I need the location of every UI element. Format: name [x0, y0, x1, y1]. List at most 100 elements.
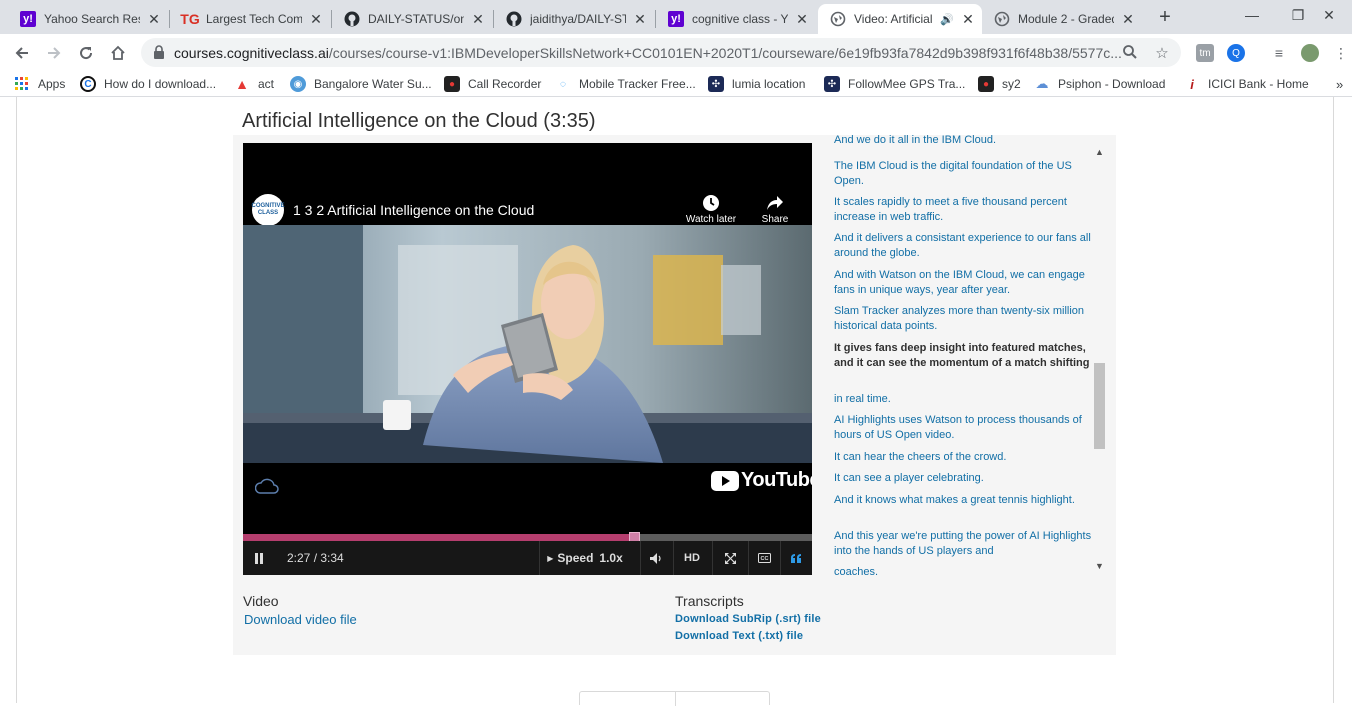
transcript-line[interactable]: It can hear the cheers of the crowd.	[834, 450, 1096, 465]
reload-button[interactable]	[73, 40, 99, 66]
bookmark-lumia-location[interactable]: ✣ lumia location	[708, 75, 805, 93]
transcript-line[interactable]: AI Highlights uses Watson to process tho…	[834, 413, 1096, 443]
channel-logo[interactable]: COGNITIVE CLASS	[251, 194, 285, 226]
bookmark-icici[interactable]: i ICICI Bank - Home	[1184, 75, 1309, 93]
bookmark-label: Call Recorder	[468, 77, 542, 91]
tab-cognitive-class[interactable]: y! cognitive class - Yahoo ✕	[656, 4, 816, 34]
captions-button[interactable]: CC	[749, 541, 779, 575]
transcript-line[interactable]: coaches.	[834, 565, 1096, 575]
hd-button[interactable]: HD	[674, 541, 710, 575]
download-srt-link[interactable]: Download SubRip (.srt) file	[675, 613, 821, 625]
close-icon[interactable]: ✕	[1120, 11, 1136, 27]
tab-jaidithya[interactable]: jaidithya/DAILY-STATUS ✕	[494, 4, 654, 34]
bookmark-label: Psiphon - Download	[1058, 77, 1166, 91]
transcript-line[interactable]: And it knows what makes a great tennis h…	[834, 493, 1096, 508]
zoom-icon[interactable]	[1121, 44, 1139, 62]
share-arrow-icon	[745, 194, 805, 214]
tab-module-2[interactable]: Module 2 - Graded ✕	[982, 4, 1142, 34]
transcript-panel[interactable]: And we do it all in the IBM Cloud. The IB…	[834, 135, 1096, 575]
tab-title: Video: Artificial	[854, 12, 933, 26]
lock-icon[interactable]	[153, 45, 165, 64]
tab-yahoo-search[interactable]: y! Yahoo Search Results ✕	[8, 4, 168, 34]
pause-button[interactable]	[243, 541, 275, 575]
channel-logo-text: COGNITIVE CLASS	[251, 203, 285, 216]
scroll-down-icon[interactable]: ▼	[1095, 561, 1104, 571]
volume-button[interactable]	[641, 541, 671, 575]
close-icon[interactable]: ✕	[146, 11, 162, 27]
speed-value: 1.0x	[599, 551, 623, 565]
transcript-line[interactable]: And it delivers a consistant experience …	[834, 231, 1096, 261]
scroll-thumb[interactable]	[1094, 363, 1105, 449]
transcript-line[interactable]: It scales rapidly to meet a five thousan…	[834, 195, 1096, 225]
transcript-line[interactable]: And with Watson on the IBM Cloud, we can…	[834, 268, 1096, 298]
profile-avatar[interactable]	[1301, 44, 1319, 62]
close-icon[interactable]: ✕	[960, 11, 976, 27]
extension-search-icon[interactable]: Q	[1227, 44, 1245, 62]
bookmark-bangalore-water[interactable]: ◉ Bangalore Water Su...	[290, 75, 432, 93]
speed-button[interactable]: ▶ Speed 1.0x	[540, 541, 630, 575]
bookmark-label: Mobile Tracker Free...	[579, 77, 696, 91]
bookmark-label: lumia location	[732, 77, 806, 91]
back-button[interactable]	[9, 40, 35, 66]
transcript-line[interactable]: It gives fans deep insight into featured…	[834, 341, 1096, 371]
tab-largest-tech[interactable]: TG Largest Tech Companies ✕	[170, 4, 330, 34]
download-video-link[interactable]: Download video file	[244, 612, 357, 627]
address-bar[interactable]: courses.cognitiveclass.ai/courses/course…	[141, 38, 1181, 67]
speed-label: Speed	[557, 551, 594, 565]
tab-strip: y! Yahoo Search Results ✕ TG Largest Tec…	[0, 0, 1352, 34]
close-icon[interactable]: ✕	[632, 11, 648, 27]
video-title[interactable]: 1 3 2 Artificial Intelligence on the Clo…	[293, 202, 534, 218]
page-scrollbar[interactable]	[1337, 97, 1352, 703]
extension-icon[interactable]: tm	[1196, 44, 1214, 62]
bookmark-apps[interactable]: Apps	[14, 75, 65, 93]
transcript-line[interactable]: It can see a player celebrating.	[834, 471, 1096, 486]
bookmark-act[interactable]: ▲ act	[234, 75, 274, 93]
video-module: COGNITIVE CLASS 1 3 2 Artificial Intelli…	[233, 135, 1116, 655]
bookmark-call-recorder[interactable]: ● Call Recorder	[444, 75, 541, 93]
transcript-line[interactable]: Slam Tracker analyzes more than twenty-s…	[834, 304, 1096, 334]
bookmark-icon: ◌	[560, 78, 566, 90]
close-icon[interactable]: ✕	[308, 11, 324, 27]
bookmark-sy2[interactable]: ● sy2	[978, 75, 1021, 93]
transcript-toggle-button[interactable]	[781, 541, 811, 575]
minimize-button[interactable]: —	[1229, 0, 1275, 30]
home-icon	[111, 45, 125, 60]
tab-daily-status[interactable]: DAILY-STATUS/onl ✕	[332, 4, 492, 34]
bookmark-followmee[interactable]: ✣ FollowMee GPS Tra...	[824, 75, 965, 93]
home-button[interactable]	[105, 40, 131, 66]
star-icon[interactable]: ☆	[1153, 44, 1171, 62]
unit-title: Artificial Intelligence on the Cloud (3:…	[242, 110, 596, 132]
speaker-icon[interactable]: 🔊	[940, 13, 954, 26]
progress-bar[interactable]	[243, 532, 812, 543]
transcripts-heading: Transcripts	[675, 593, 744, 609]
tab-title: Largest Tech Companies	[206, 12, 302, 26]
transcript-scrollbar[interactable]: ▲ ▼	[1092, 143, 1107, 575]
watch-later-button[interactable]: Watch later	[681, 194, 741, 225]
bookmark-how-do-i-download[interactable]: C How do I download...	[80, 75, 216, 93]
new-tab-button[interactable]: +	[1154, 7, 1176, 29]
bookmark-psiphon[interactable]: ☁ Psiphon - Download	[1034, 75, 1166, 93]
tab-video-artificial[interactable]: Video: Artificial 🔊 ✕	[818, 4, 982, 34]
media-queue-icon[interactable]: ≡	[1270, 44, 1288, 62]
transcript-line[interactable]: And we do it all in the IBM Cloud.	[834, 135, 1096, 148]
share-button[interactable]: Share	[745, 194, 805, 225]
forward-button[interactable]	[41, 40, 67, 66]
yahoo-icon: y!	[668, 11, 684, 27]
transcript-line[interactable]: And this year we're putting the power of…	[834, 529, 1096, 559]
scroll-up-icon[interactable]: ▲	[1095, 147, 1104, 157]
transcript-line[interactable]: The IBM Cloud is the digital foundation …	[834, 159, 1096, 189]
video-player[interactable]: COGNITIVE CLASS 1 3 2 Artificial Intelli…	[243, 143, 812, 575]
window-close-button[interactable]: ✕	[1306, 0, 1352, 30]
bookmark-mobile-tracker[interactable]: ◌ Mobile Tracker Free...	[555, 75, 696, 93]
url-domain: courses.cognitiveclass.ai	[174, 45, 329, 61]
yahoo-icon: y!	[20, 11, 36, 27]
menu-kebab-icon[interactable]: ⋮	[1332, 44, 1350, 62]
reload-icon	[80, 47, 93, 60]
fullscreen-button[interactable]	[713, 541, 747, 575]
transcript-line[interactable]: in real time.	[834, 392, 1096, 407]
youtube-logo[interactable]: YouTube	[711, 469, 812, 492]
close-icon[interactable]: ✕	[470, 11, 486, 27]
close-icon[interactable]: ✕	[794, 11, 810, 27]
bookmarks-overflow-button[interactable]: »	[1336, 75, 1343, 93]
download-txt-link[interactable]: Download Text (.txt) file	[675, 630, 803, 642]
